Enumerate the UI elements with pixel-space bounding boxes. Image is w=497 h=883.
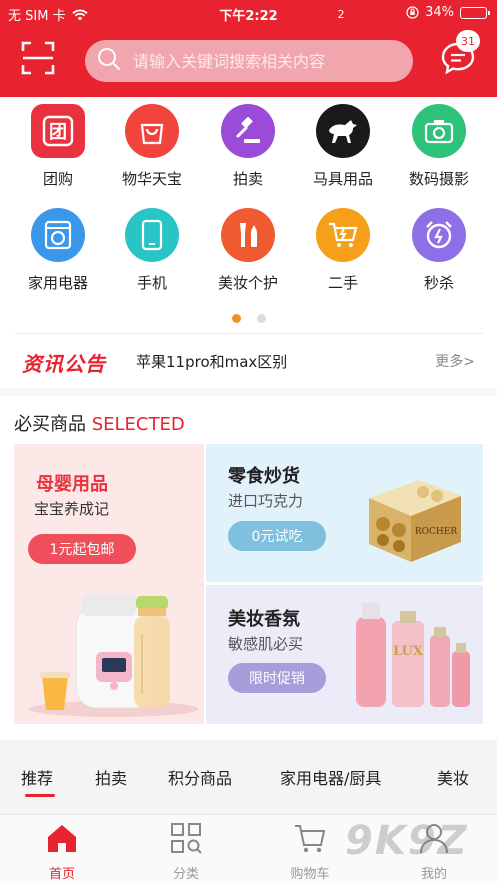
news-bar[interactable]: 资讯公告 苹果11pro和max区别 更多>	[0, 336, 497, 386]
tab-recommend[interactable]: 推荐	[21, 765, 53, 789]
section-title-cn: 必买商品	[14, 414, 86, 435]
card-button[interactable]: 0元试吃	[228, 521, 326, 551]
baby-bottle-image	[29, 594, 199, 717]
category-second-hand[interactable]: 二手	[296, 208, 390, 293]
category-label: 二手	[327, 274, 358, 292]
news-logo: 资讯公告	[22, 352, 106, 376]
card-title: 零食炒货	[228, 466, 300, 487]
category-grid: 团 团购 物华天宝 拍卖 马具用品 数码摄影 家用电器 手机 美妆个护 二手 秒…	[0, 100, 497, 300]
category-label: 秒杀	[423, 274, 454, 292]
card-snacks[interactable]: 零食炒货 进口巧克力 0元试吃 ROCHER	[206, 444, 483, 582]
cart-icon	[295, 825, 326, 853]
nav-label: 购物车	[290, 867, 330, 882]
category-auction[interactable]: 拍卖	[201, 104, 295, 189]
category-label: 物华天宝	[121, 170, 182, 188]
search-icon	[97, 47, 121, 75]
section-title: 必买商品 SELECTED	[14, 410, 185, 436]
chocolate-brand: ROCHER	[415, 527, 457, 537]
camera-icon	[412, 104, 466, 158]
tab-active-indicator	[25, 794, 55, 797]
category-label: 数码摄影	[408, 170, 469, 188]
nav-label: 分类	[172, 867, 199, 882]
gavel-icon	[221, 104, 275, 158]
section-gap	[0, 388, 497, 396]
tab-points[interactable]: 积分商品	[168, 765, 232, 789]
battery-percent: 34%	[425, 5, 454, 20]
battery-icon	[460, 6, 490, 19]
nav-label: 我的	[420, 867, 447, 882]
card-baby-products[interactable]: 母婴用品 宝宝养成记 1元起包邮	[14, 444, 204, 724]
tab-appliances[interactable]: 家用电器/厨具	[280, 765, 381, 789]
nav-home[interactable]: 首页	[22, 821, 102, 882]
category-camera[interactable]: 数码摄影	[392, 104, 486, 189]
category-label: 家用电器	[27, 274, 88, 292]
beauty-products-image: LUX	[356, 603, 470, 707]
nav-label: 首页	[48, 867, 75, 882]
category-label: 美妆个护	[217, 274, 278, 292]
news-headline[interactable]: 苹果11pro和max区别	[136, 351, 287, 372]
divider	[14, 333, 483, 334]
category-tab-strip: 推荐 拍卖 积分商品 家用电器/厨具 美妆	[0, 740, 497, 814]
card-title: 美妆香氛	[228, 609, 300, 630]
message-badge: 31	[456, 30, 480, 52]
category-icon	[171, 823, 202, 854]
category-appliances[interactable]: 家用电器	[11, 208, 105, 293]
scan-button[interactable]	[20, 40, 56, 76]
card-beauty[interactable]: 美妆香氛 敏感肌必买 限时促销 LUX	[206, 585, 483, 724]
cart-recycle-icon	[316, 208, 370, 262]
category-label: 马具用品	[312, 170, 373, 188]
chocolate-box-image: ROCHER	[369, 480, 461, 562]
phone-icon	[125, 208, 179, 262]
card-button[interactable]: 1元起包邮	[28, 534, 136, 564]
category-label: 拍卖	[232, 170, 263, 188]
category-phone[interactable]: 手机	[105, 208, 199, 293]
card-subtitle: 进口巧克力	[228, 492, 304, 510]
page-indicator	[0, 314, 497, 323]
washing-machine-icon	[31, 208, 85, 262]
page-dot[interactable]	[256, 314, 266, 323]
nav-cart[interactable]: 购物车	[270, 821, 350, 882]
status-bar: 无 SIM 卡 下午2:22 34%	[0, 0, 497, 26]
top-header: 无 SIM 卡 下午2:22 34% 请输入关键词搜索相关内容 31	[0, 0, 497, 97]
watermark: 9K9Z	[345, 818, 469, 864]
category-flash-sale[interactable]: 秒杀	[392, 208, 486, 293]
scan-icon	[21, 41, 55, 75]
cart-badge: 2	[330, 4, 352, 24]
category-beauty[interactable]: 美妆个护	[201, 208, 295, 293]
category-group-buy[interactable]: 团 团购	[11, 104, 105, 189]
card-button[interactable]: 限时促销	[228, 663, 326, 693]
search-bar[interactable]	[85, 40, 413, 82]
alarm-clock-icon	[412, 208, 466, 262]
home-icon	[48, 825, 76, 852]
shopping-bag-icon	[125, 104, 179, 158]
horse-icon	[316, 104, 370, 158]
section-title-en: SELECTED	[91, 414, 185, 435]
card-title: 母婴用品	[36, 474, 108, 495]
lux-brand: LUX	[393, 644, 424, 659]
nav-category[interactable]: 分类	[146, 821, 226, 882]
search-input[interactable]	[133, 51, 393, 71]
page-dot-active[interactable]	[231, 314, 241, 323]
group-buy-icon: 团	[31, 104, 85, 158]
news-more-link[interactable]: 更多>	[435, 351, 475, 371]
card-subtitle: 宝宝养成记	[34, 500, 110, 518]
category-label: 团购	[42, 170, 73, 188]
category-label: 手机	[136, 274, 167, 292]
category-saddlery[interactable]: 马具用品	[296, 104, 390, 189]
card-subtitle: 敏感肌必买	[228, 635, 304, 653]
tab-auction[interactable]: 拍卖	[95, 765, 127, 789]
category-treasure[interactable]: 物华天宝	[105, 104, 199, 189]
tab-beauty[interactable]: 美妆	[437, 765, 469, 789]
rotation-lock-icon	[406, 6, 419, 19]
svg-text:团: 团	[49, 122, 67, 143]
makeup-icon	[221, 208, 275, 262]
